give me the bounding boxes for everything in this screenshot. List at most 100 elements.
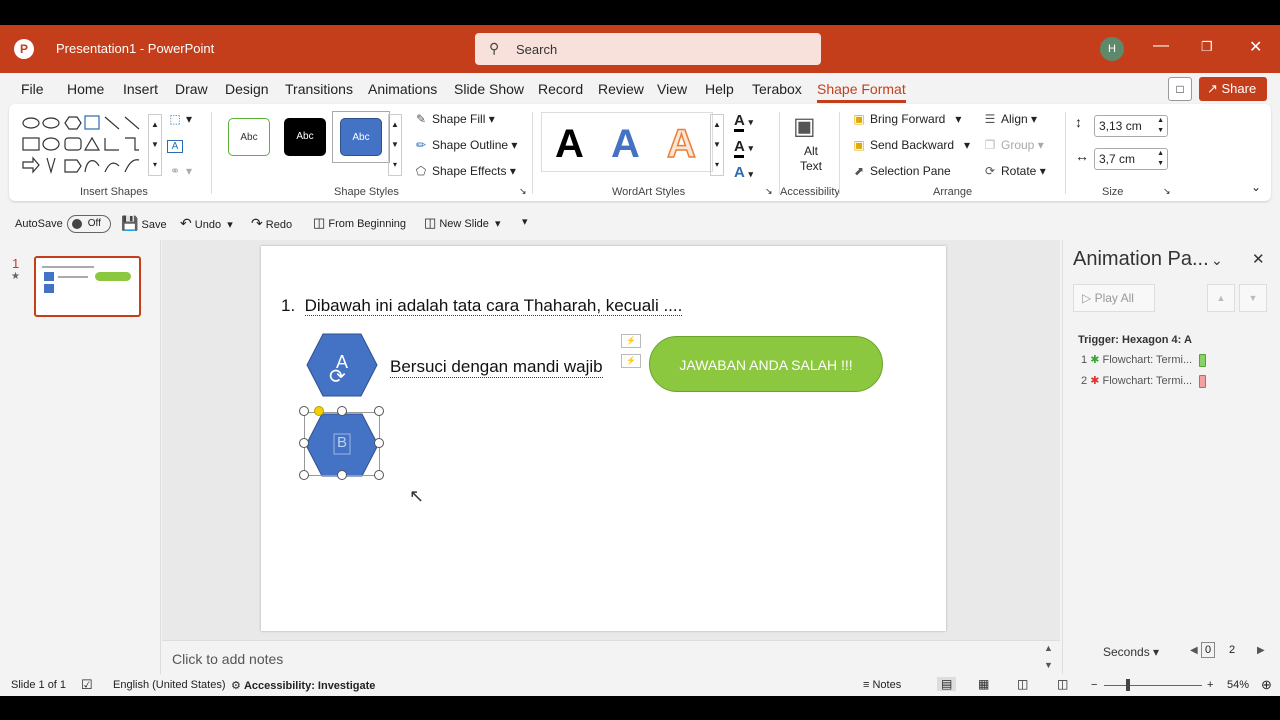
menu-help[interactable]: Help [705, 81, 734, 97]
minimize-icon[interactable]: — [1153, 37, 1169, 55]
resize-handle[interactable] [337, 470, 347, 480]
adjust-handle[interactable] [314, 406, 324, 416]
zoom-out-icon[interactable]: − [1091, 679, 1097, 691]
menu-review[interactable]: Review [598, 81, 644, 97]
shape-outline-button[interactable]: ✏ Shape Outline ▾ [413, 138, 517, 152]
shape-style-blue[interactable]: Abc [340, 118, 382, 156]
resize-handle[interactable] [374, 470, 384, 480]
edit-shape-icon[interactable]: ⬚ ▾ [167, 112, 192, 126]
shape-style-outline[interactable]: Abc [228, 118, 270, 156]
timeline-right-icon[interactable]: ▶ [1257, 645, 1265, 656]
resize-handle[interactable] [299, 470, 309, 480]
shapes-gallery-scroll[interactable]: ▲ ▼ ▾ [148, 114, 162, 176]
restore-icon[interactable]: ❐ [1201, 39, 1213, 55]
slide-sorter-icon[interactable]: ▦ [978, 677, 989, 691]
avatar[interactable]: H [1100, 37, 1124, 61]
shape-style-black[interactable]: Abc [284, 118, 326, 156]
notes-pane[interactable]: Click to add notes ▲ ▼ [162, 640, 1060, 674]
option-a-text[interactable]: Bersuci dengan mandi wajib [390, 357, 603, 378]
wordart-scroll[interactable]: ▲ ▼ ▾ [710, 114, 724, 176]
menu-design[interactable]: Design [225, 81, 269, 97]
comments-icon[interactable]: □ [1168, 77, 1192, 101]
dialog-launcher-icon[interactable]: ↘ [1163, 186, 1171, 197]
send-backward-button[interactable]: ▣ Send Backward ▾ [851, 138, 970, 152]
close-pane-icon[interactable]: ✕ [1252, 250, 1265, 268]
undo-button[interactable]: ↶ Undo ▾ [180, 215, 233, 232]
resize-handle[interactable] [299, 438, 309, 448]
fit-to-window-icon[interactable]: ⊕ [1261, 677, 1272, 693]
zoom-in-icon[interactable]: + [1207, 679, 1213, 691]
slide-thumbnail[interactable] [34, 256, 141, 317]
resize-handle[interactable] [374, 406, 384, 416]
normal-view-icon[interactable]: ▤ [937, 677, 957, 691]
animation-item[interactable]: 2 ✱ Flowchart: Termi... [1081, 374, 1207, 388]
rotate-button[interactable]: ⟳ Rotate ▾ [982, 164, 1046, 178]
autosave-toggle[interactable]: AutoSave Off [15, 215, 111, 233]
selection-pane-button[interactable]: ⬈ Selection Pane [851, 164, 951, 178]
align-button[interactable]: ☰ Align ▾ [982, 112, 1037, 126]
zoom-slider[interactable] [1104, 685, 1202, 686]
alt-text-button[interactable]: Alt Text [797, 144, 825, 174]
scroll-up-icon[interactable]: ▲ [1044, 643, 1053, 653]
redo-button[interactable]: ↷ Redo [251, 215, 292, 232]
collapse-ribbon-icon[interactable]: ⌄ [1251, 180, 1261, 194]
menu-home[interactable]: Home [67, 81, 104, 97]
zoom-slider-thumb[interactable] [1126, 679, 1130, 691]
menu-record[interactable]: Record [538, 81, 583, 97]
notes-button[interactable]: ≡ Notes [863, 679, 901, 691]
resize-handle[interactable] [374, 438, 384, 448]
dialog-launcher-icon[interactable]: ↘ [765, 186, 773, 197]
text-effects-icon[interactable]: A ▾ [734, 164, 753, 181]
alt-text-icon[interactable]: ▣ [793, 112, 816, 141]
timeline-left-icon[interactable]: ◀ [1190, 645, 1198, 656]
pane-options-icon[interactable]: ⌄ [1211, 252, 1223, 269]
resize-handle[interactable] [337, 406, 347, 416]
text-outline-icon[interactable]: A ▾ [734, 138, 753, 158]
menu-file[interactable]: File [21, 81, 44, 97]
menu-transitions[interactable]: Transitions [285, 81, 353, 97]
spelling-icon[interactable]: ☑ [81, 677, 93, 693]
autosave-switch[interactable]: Off [66, 215, 111, 233]
scroll-down-icon[interactable]: ▼ [1044, 660, 1053, 670]
search-box[interactable]: ⚲ Search [475, 33, 821, 65]
accessibility-status[interactable]: ⚙ Accessibility: Investigate [231, 679, 375, 692]
reading-view-icon[interactable]: ◫ [1017, 677, 1028, 691]
menu-view[interactable]: View [657, 81, 687, 97]
text-box-icon[interactable]: A [167, 138, 186, 153]
seconds-dropdown[interactable]: Seconds ▾ [1103, 645, 1159, 659]
zoom-level[interactable]: 54% [1227, 679, 1249, 691]
shape-effects-button[interactable]: ⬠ Shape Effects ▾ [413, 164, 516, 178]
share-button[interactable]: ↗ Share [1199, 77, 1267, 101]
customize-qat-icon[interactable]: ▾ [522, 215, 528, 228]
menu-animations[interactable]: Animations [368, 81, 437, 97]
width-input[interactable]: 3,7 cm ▲ ▼ [1094, 148, 1168, 170]
move-down-icon[interactable]: ▼ [1239, 284, 1267, 312]
resize-handle[interactable] [299, 406, 309, 416]
shape-fill-button[interactable]: ✎ Shape Fill ▾ [413, 112, 495, 126]
menu-shape-format[interactable]: Shape Format [817, 81, 906, 103]
move-up-icon[interactable]: ▲ [1207, 284, 1235, 312]
wordart-orange-outline[interactable]: A [666, 121, 696, 167]
shapes-gallery[interactable] [21, 114, 161, 176]
slideshow-view-icon[interactable]: ◫ [1057, 677, 1068, 691]
animation-tag-2-icon[interactable]: ⚡ [621, 354, 641, 368]
play-all-button[interactable]: ▷ Play All [1073, 284, 1155, 312]
trigger-label[interactable]: Trigger: Hexagon 4: A [1078, 334, 1192, 346]
bring-forward-button[interactable]: ▣ Bring Forward ▾ [851, 112, 961, 126]
new-slide-button[interactable]: ◫ New Slide ▾ [424, 215, 501, 231]
from-beginning-button[interactable]: ◫ From Beginning [313, 215, 406, 231]
slide-canvas[interactable]: 1. Dibawah ini adalah tata cara Thaharah… [261, 246, 946, 631]
wordart-blue[interactable]: A [611, 122, 640, 167]
menu-draw[interactable]: Draw [175, 81, 208, 97]
text-fill-icon[interactable]: A ▾ [734, 112, 753, 132]
animation-item[interactable]: 1 ✱ Flowchart: Termi... [1081, 353, 1207, 367]
menu-terabox[interactable]: Terabox [752, 81, 802, 97]
menu-insert[interactable]: Insert [123, 81, 158, 97]
height-input[interactable]: 3,13 cm ▲ ▼ [1094, 115, 1168, 137]
wordart-black[interactable]: A [555, 122, 584, 167]
feedback-shape[interactable]: JAWABAN ANDA SALAH !!! [649, 336, 883, 392]
shape-styles-scroll[interactable]: ▲ ▼ ▾ [388, 114, 402, 176]
menu-slide-show[interactable]: Slide Show [454, 81, 524, 97]
animation-tag-1-icon[interactable]: ⚡ [621, 334, 641, 348]
dialog-launcher-icon[interactable]: ↘ [519, 186, 527, 197]
